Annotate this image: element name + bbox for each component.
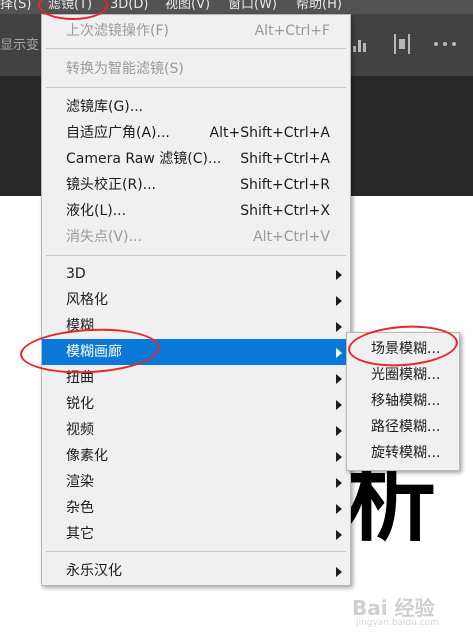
blur-gallery-submenu: 场景模糊... 光圈模糊... 移轴模糊... 路径模糊... 旋转模糊... bbox=[346, 332, 460, 471]
menu-separator bbox=[46, 255, 346, 256]
more-options-icon[interactable] bbox=[434, 42, 464, 48]
menu-item-camera-raw[interactable]: Camera Raw 滤镜(C)... Shift+Ctrl+A bbox=[42, 146, 350, 172]
menu-item-label: 模糊 bbox=[66, 318, 94, 334]
submenu-arrow-icon bbox=[336, 322, 342, 332]
menu-separator bbox=[46, 551, 346, 552]
submenu-arrow-icon bbox=[336, 452, 342, 462]
submenu-arrow-icon bbox=[336, 270, 342, 280]
submenu-item-label: 旋转模糊... bbox=[371, 445, 441, 461]
submenu-arrow-icon bbox=[336, 426, 342, 436]
submenu-item-tilt-shift[interactable]: 移轴模糊... bbox=[347, 388, 459, 414]
watermark-url: jingyan.baidu.com bbox=[356, 618, 440, 628]
submenu-arrow-icon bbox=[336, 296, 342, 306]
submenu-item-label: 场景模糊... bbox=[371, 341, 441, 357]
show-transform-text[interactable]: 显示变 bbox=[0, 34, 39, 53]
menu-item-stylize[interactable]: 风格化 bbox=[42, 287, 350, 313]
submenu-arrow-icon bbox=[336, 504, 342, 514]
menu-item-blur[interactable]: 模糊 bbox=[42, 313, 350, 339]
menu-item-liquify[interactable]: 液化(L)... Shift+Ctrl+X bbox=[42, 198, 350, 224]
menu-separator bbox=[46, 87, 346, 88]
submenu-arrow-icon bbox=[336, 400, 342, 410]
menu-item-label: 上次滤镜操作(F) bbox=[66, 23, 169, 39]
menu-item-sharpen[interactable]: 锐化 bbox=[42, 391, 350, 417]
menu-filter[interactable]: 滤镜(T) bbox=[48, 0, 92, 12]
menu-item-yongle-hanhua[interactable]: 永乐汉化 bbox=[42, 558, 350, 584]
menu-item-label: 视频 bbox=[66, 422, 94, 438]
menu-item-other[interactable]: 其它 bbox=[42, 521, 350, 547]
distribute-horizontal-icon[interactable] bbox=[394, 34, 412, 54]
submenu-item-label: 路径模糊... bbox=[371, 419, 441, 435]
submenu-arrow-icon bbox=[336, 530, 342, 540]
menu-item-shortcut: Alt+Ctrl+V bbox=[253, 229, 330, 245]
distribute-bottom-icon[interactable] bbox=[353, 36, 369, 52]
menu-item-label: 渲染 bbox=[66, 474, 94, 490]
menu-item-lens-correction[interactable]: 镜头校正(R)... Shift+Ctrl+R bbox=[42, 172, 350, 198]
menu-item-label: 永乐汉化 bbox=[66, 563, 122, 579]
menu-item-render[interactable]: 渲染 bbox=[42, 469, 350, 495]
menu-view[interactable]: 视图(V) bbox=[165, 0, 210, 12]
menu-item-label: 自适应广角(A)... bbox=[66, 125, 170, 141]
submenu-item-spin-blur[interactable]: 旋转模糊... bbox=[347, 440, 459, 466]
submenu-item-path-blur[interactable]: 路径模糊... bbox=[347, 414, 459, 440]
menu-item-label: 3D bbox=[66, 266, 86, 282]
submenu-arrow-icon bbox=[336, 567, 342, 577]
menu-item-filter-gallery[interactable]: 滤镜库(G)... bbox=[42, 94, 350, 120]
menu-item-label: 滤镜库(G)... bbox=[66, 99, 144, 115]
menu-item-shortcut: Shift+Ctrl+A bbox=[240, 151, 330, 167]
menu-item-convert-smart-filter[interactable]: 转换为智能滤镜(S) bbox=[42, 56, 350, 82]
menu-item-shortcut: Shift+Ctrl+R bbox=[240, 177, 330, 193]
menu-item-distort[interactable]: 扭曲 bbox=[42, 365, 350, 391]
submenu-arrow-icon bbox=[336, 348, 342, 358]
menu-item-label: 杂色 bbox=[66, 500, 94, 516]
submenu-item-label: 移轴模糊... bbox=[371, 393, 441, 409]
submenu-item-field-blur[interactable]: 场景模糊... bbox=[347, 336, 459, 362]
menu-item-label: 液化(L)... bbox=[66, 203, 127, 219]
menu-item-shortcut: Alt+Shift+Ctrl+A bbox=[209, 125, 330, 141]
menu-help[interactable]: 帮助(H) bbox=[296, 0, 342, 12]
submenu-item-label: 光圈模糊... bbox=[371, 367, 441, 383]
menu-item-shortcut: Alt+Ctrl+F bbox=[254, 23, 330, 39]
menu-item-pixelate[interactable]: 像素化 bbox=[42, 443, 350, 469]
menu-separator bbox=[46, 48, 346, 49]
menu-item-label: 转换为智能滤镜(S) bbox=[66, 61, 184, 77]
menu-item-label: 镜头校正(R)... bbox=[66, 177, 157, 193]
menu-item-shortcut: Shift+Ctrl+X bbox=[240, 203, 330, 219]
filter-menu: 上次滤镜操作(F) Alt+Ctrl+F 转换为智能滤镜(S) 滤镜库(G)..… bbox=[41, 14, 351, 586]
menu-item-blur-gallery[interactable]: 模糊画廊 bbox=[42, 339, 350, 365]
menu-window[interactable]: 窗口(W) bbox=[228, 0, 277, 12]
menu-item-3d[interactable]: 3D bbox=[42, 261, 350, 287]
submenu-arrow-icon bbox=[336, 478, 342, 488]
submenu-item-iris-blur[interactable]: 光圈模糊... bbox=[347, 362, 459, 388]
menu-item-label: 风格化 bbox=[66, 292, 108, 308]
menu-item-noise[interactable]: 杂色 bbox=[42, 495, 350, 521]
watermark-logo: Bai 经验 bbox=[352, 596, 435, 620]
menu-item-vanishing-point[interactable]: 消失点(V)... Alt+Ctrl+V bbox=[42, 224, 350, 250]
menu-3d[interactable]: 3D(D) bbox=[110, 0, 148, 12]
menu-item-video[interactable]: 视频 bbox=[42, 417, 350, 443]
menu-item-last-filter[interactable]: 上次滤镜操作(F) Alt+Ctrl+F bbox=[42, 18, 350, 44]
app-menubar: 择(S) 滤镜(T) 3D(D) 视图(V) 窗口(W) 帮助(H) bbox=[0, 0, 473, 14]
menu-select[interactable]: 择(S) bbox=[0, 0, 31, 12]
menu-item-label: 消失点(V)... bbox=[66, 229, 142, 245]
menu-item-label: 扭曲 bbox=[66, 370, 94, 386]
baidu-jingyan-watermark: Bai 经验 jingyan.baidu.com bbox=[352, 592, 468, 632]
submenu-arrow-icon bbox=[336, 374, 342, 384]
menu-item-label: Camera Raw 滤镜(C)... bbox=[66, 151, 222, 167]
menu-item-label: 其它 bbox=[66, 526, 94, 542]
menu-item-label: 模糊画廊 bbox=[66, 344, 122, 360]
menu-item-adaptive-wide-angle[interactable]: 自适应广角(A)... Alt+Shift+Ctrl+A bbox=[42, 120, 350, 146]
menu-item-label: 像素化 bbox=[66, 448, 108, 464]
menu-item-label: 锐化 bbox=[66, 396, 94, 412]
